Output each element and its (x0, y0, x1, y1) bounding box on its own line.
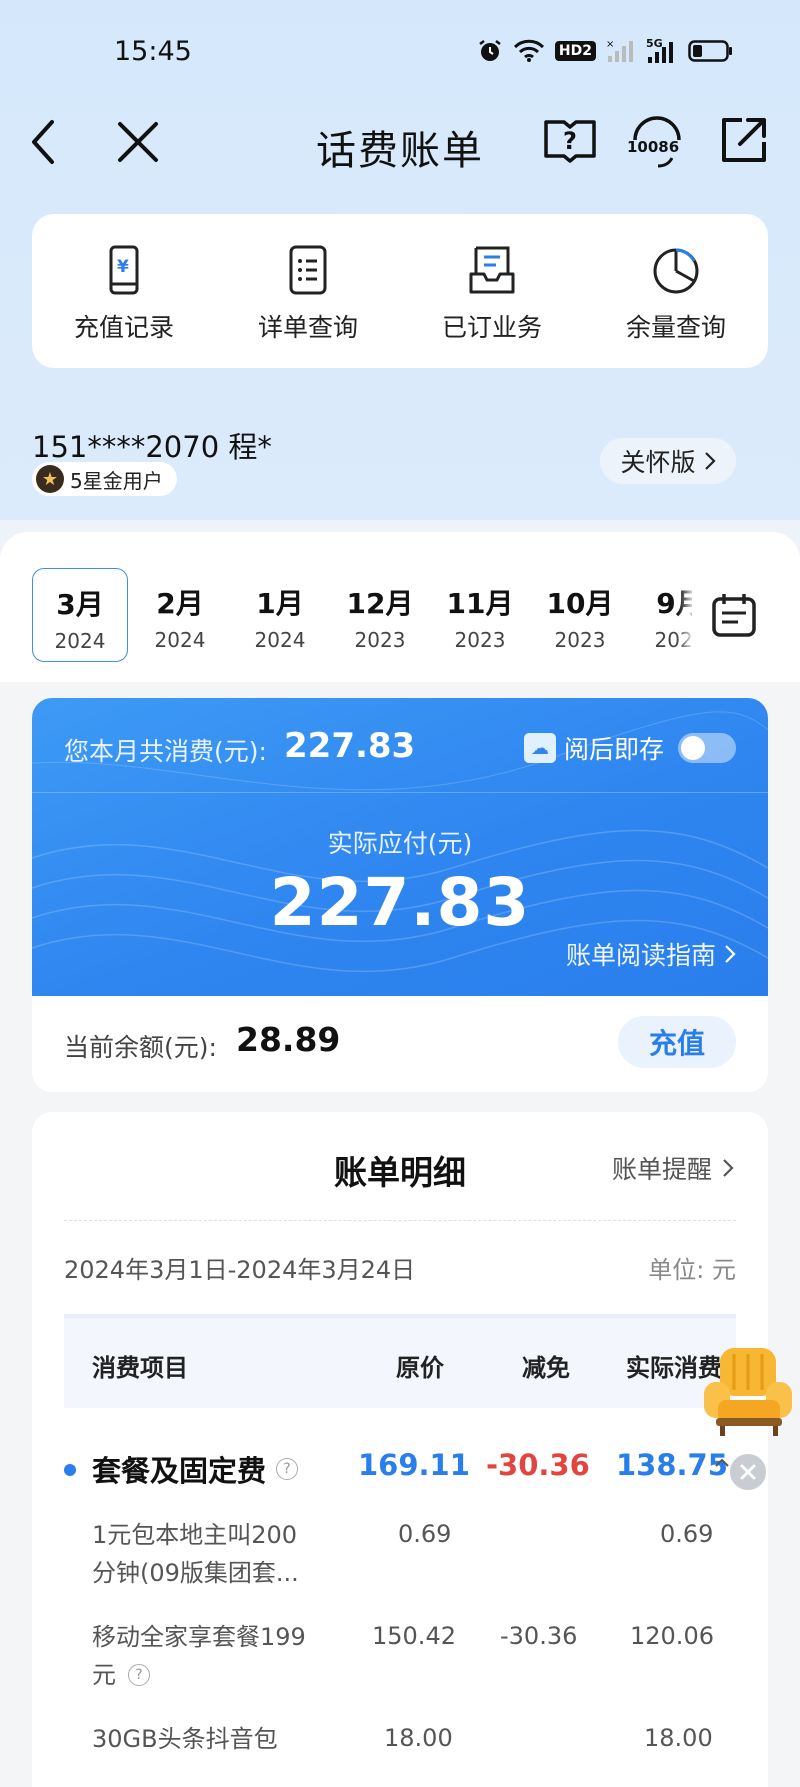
list-item[interactable]: 1元包本地主叫200 分钟(09版集团套... (92, 1516, 299, 1592)
list-item[interactable]: 移动全家享套餐199 元 ? (92, 1618, 306, 1694)
chevron-right-icon (725, 945, 736, 963)
chevron-right-icon (723, 1159, 734, 1177)
unit-label: 单位: 元 (648, 1256, 736, 1284)
svg-text:¥: ¥ (117, 257, 129, 277)
calendar-button[interactable] (694, 568, 774, 662)
inbox-icon (469, 246, 515, 294)
monthly-total-label: 您本月共消费(元): (64, 737, 267, 766)
category-actual: 138.75 (616, 1448, 728, 1482)
item-actual: 18.00 (644, 1724, 713, 1752)
actual-payable-label: 实际应付(元) (327, 829, 473, 858)
month-tab-2024-03[interactable]: 3月 2024 (32, 568, 128, 662)
yuan-phone-icon: ¥ (109, 245, 139, 295)
bill-detail-card: 账单明细 账单提醒 2024年3月1日-2024年3月24日 单位: 元 消费项… (32, 1112, 768, 1787)
header-discount: 减免 (522, 1354, 570, 1382)
care-mode-button[interactable]: 关怀版 (600, 438, 736, 484)
item-actual: 0.69 (660, 1520, 714, 1548)
item-original: 18.00 (384, 1724, 453, 1752)
svg-text:5G: 5G (646, 37, 663, 50)
header-original: 原价 (396, 1354, 444, 1382)
header-item: 消费项目 (92, 1354, 188, 1382)
category-discount: -30.36 (486, 1448, 590, 1482)
user-phone-name: 151****2070 程* (32, 430, 272, 464)
status-time: 15:45 (114, 36, 192, 67)
category-original: 169.11 (358, 1448, 470, 1482)
status-icons: HD2 × 5G (477, 36, 734, 66)
item-original: 0.69 (398, 1520, 452, 1548)
quick-action-label: 充值记录 (73, 313, 174, 342)
share-button[interactable] (716, 112, 772, 168)
bill-summary-card: 您本月共消费(元): 227.83 ☁ 阅后即存 实际应付(元) 227.83 … (32, 698, 768, 996)
month-tab-2023-11[interactable]: 11月 2023 (432, 568, 528, 662)
item-original: 150.42 (372, 1622, 456, 1650)
bill-reading-guide-link[interactable]: 账单阅读指南 (566, 936, 736, 972)
wifi-icon (513, 37, 545, 65)
dashed-divider (64, 1220, 736, 1221)
share-icon (722, 118, 766, 162)
quick-actions-card: ¥ 充值记录 详单查询 已订业务 余量查询 (32, 214, 768, 368)
balance-query-button[interactable]: 余量查询 (584, 214, 768, 368)
close-floating-widget-button[interactable] (728, 1452, 768, 1492)
close-icon (740, 1464, 756, 1480)
svg-text:×: × (606, 39, 614, 50)
info-icon[interactable]: ? (128, 1664, 150, 1686)
info-icon[interactable]: ? (276, 1458, 299, 1480)
detail-query-button[interactable]: 详单查询 (216, 214, 400, 368)
actual-payable-value: 227.83 (269, 864, 531, 941)
customer-service-button[interactable]: 10086 (624, 112, 690, 172)
item-actual: 120.06 (630, 1622, 714, 1650)
cloud-save-icon: ☁ (523, 733, 556, 763)
balance-row: 当前余额(元): 28.89 充值 (32, 996, 768, 1092)
read-save-toggle[interactable] (678, 733, 736, 763)
floating-sofa-widget[interactable] (690, 1342, 800, 1442)
star-icon: ★ (36, 465, 64, 493)
quick-action-label: 已订业务 (441, 313, 542, 342)
category-dot (64, 1464, 76, 1476)
signal-weak-icon: × (606, 37, 636, 65)
help-book-icon: ? (544, 120, 596, 163)
service-number: 10086 (627, 138, 679, 156)
category-name[interactable]: 套餐及固定费 ? (92, 1448, 299, 1490)
recharge-button[interactable]: 充值 (618, 1016, 736, 1068)
month-tab-2023-12[interactable]: 12月 2023 (332, 568, 428, 662)
list-doc-icon (289, 245, 327, 295)
list-item[interactable]: 30GB头条抖音包 (92, 1720, 278, 1758)
alarm-icon (477, 37, 503, 65)
help-button[interactable]: ? (542, 112, 598, 168)
item-discount: -30.36 (500, 1622, 578, 1650)
quick-action-label: 详单查询 (257, 313, 358, 342)
balance-label: 当前余额(元): (64, 1033, 217, 1062)
calendar-icon (712, 594, 756, 637)
headset-icon: 10086 (627, 116, 681, 168)
month-tab-2024-01[interactable]: 1月 2024 (232, 568, 328, 662)
svg-text:?: ? (563, 127, 577, 155)
month-tabs: 3月 2024 2月 2024 1月 2024 12月 2023 11月 2023 10月… (32, 568, 692, 662)
pie-chart-icon (653, 248, 699, 294)
read-save-toggle-row: ☁ 阅后即存 (523, 730, 736, 766)
balance-value: 28.89 (236, 1020, 341, 1059)
divider (32, 792, 768, 793)
battery-icon (688, 37, 734, 65)
month-tab-2024-02[interactable]: 2月 2024 (132, 568, 228, 662)
recharge-record-button[interactable]: ¥ 充值记录 (32, 214, 216, 368)
month-tab-2023-10[interactable]: 10月 2023 (532, 568, 628, 662)
signal-5g-icon: 5G (646, 37, 678, 65)
quick-action-label: 余量查询 (625, 313, 726, 342)
bill-period: 2024年3月1日-2024年3月24日 (64, 1256, 416, 1284)
hd-badge: HD2 (554, 37, 596, 65)
user-level-badge: ★ 5星金用户 (32, 462, 177, 496)
month-tab-2023-09[interactable]: 9月2023 (632, 568, 692, 662)
chevron-right-icon (704, 452, 716, 470)
monthly-total-value: 227.83 (284, 726, 416, 766)
armchair-icon (704, 1348, 792, 1436)
table-header: 消费项目 原价 减免 实际消费 (64, 1314, 736, 1408)
subscribed-services-button[interactable]: 已订业务 (400, 214, 584, 368)
bill-reminder-link[interactable]: 账单提醒 (612, 1150, 734, 1186)
